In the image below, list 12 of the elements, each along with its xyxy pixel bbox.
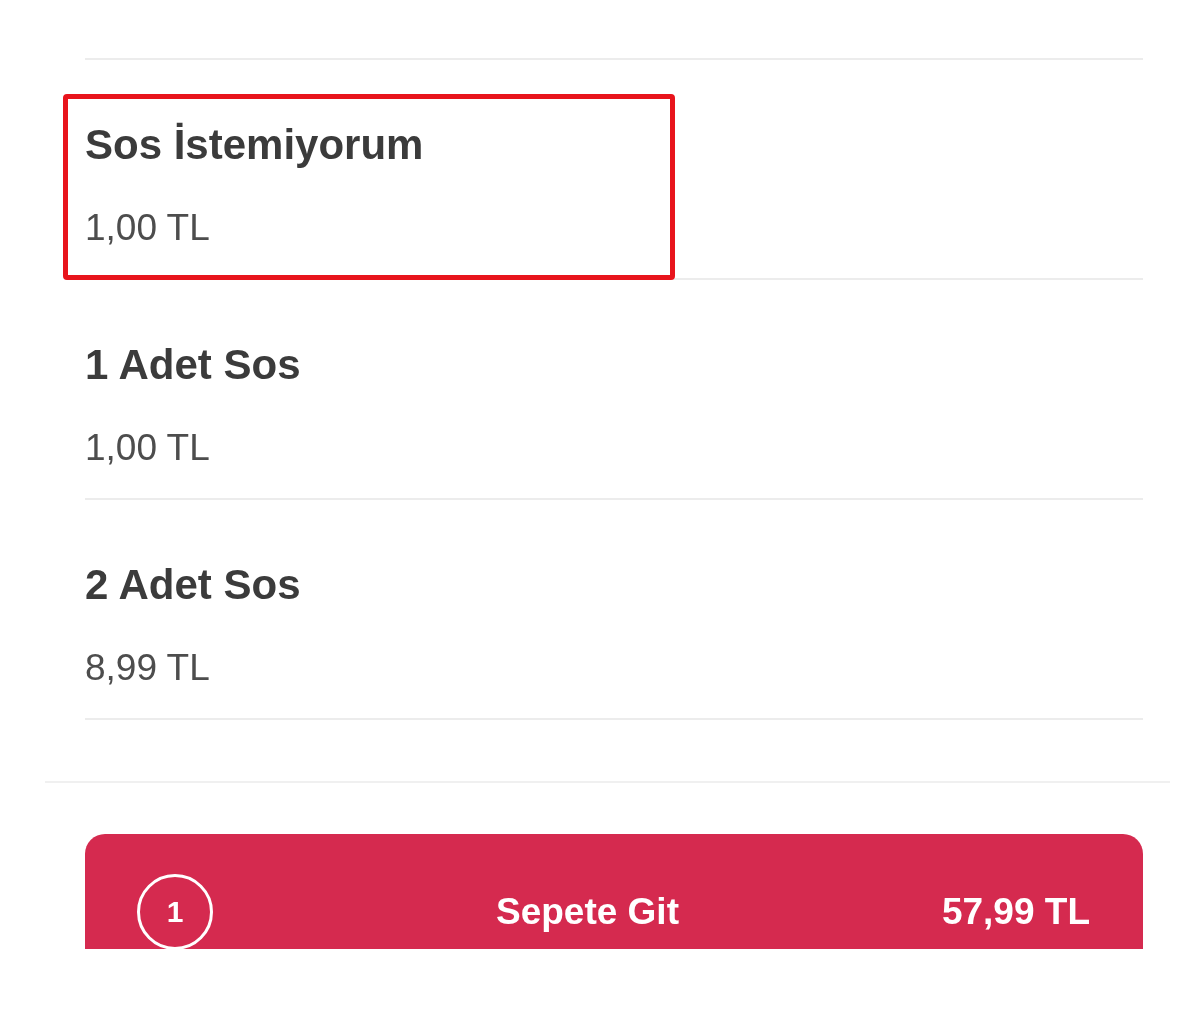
option-row[interactable]: Sos İstemiyorum 1,00 TL <box>85 60 1143 280</box>
option-price: 1,00 TL <box>85 206 210 250</box>
cart-total: 57,99 TL <box>941 890 1090 934</box>
option-name: 1 Adet Sos <box>85 340 301 390</box>
option-name: Sos İstemiyorum <box>85 120 424 170</box>
option-name: 2 Adet Sos <box>85 560 301 610</box>
option-row[interactable]: 1 Adet Sos 1,00 TL <box>85 280 1143 500</box>
go-to-cart-button[interactable]: 1 Sepete Git 57,99 TL <box>85 834 1143 949</box>
option-price: 8,99 TL <box>85 646 210 690</box>
option-row[interactable]: 2 Adet Sos 8,99 TL <box>85 500 1143 720</box>
item-count-badge: 1 <box>137 874 213 950</box>
option-price: 1,00 TL <box>85 426 210 470</box>
